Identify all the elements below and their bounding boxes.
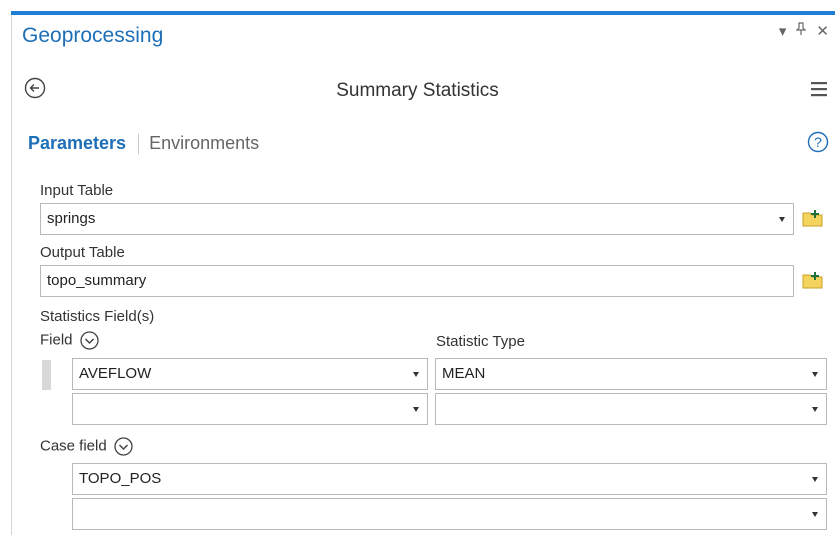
tool-title: Summary Statistics <box>336 80 499 101</box>
case-field-value: TOPO_POS <box>79 470 162 487</box>
case-field-label: Case field <box>40 437 107 455</box>
case-field-header: Case field <box>40 437 133 456</box>
add-folder-icon[interactable] <box>802 208 824 228</box>
geoprocessing-pane: Geoprocessing ▾ ✕ Summary Statistics Par… <box>0 0 835 535</box>
chevron-down-icon[interactable] <box>812 477 818 482</box>
chevron-down-icon[interactable] <box>812 512 818 517</box>
expand-toggle-icon[interactable] <box>80 331 99 350</box>
output-table-label: Output Table <box>40 244 125 261</box>
pane-title: Geoprocessing <box>22 24 164 47</box>
input-table-value: springs <box>47 210 96 227</box>
chevron-down-icon[interactable] <box>413 407 419 412</box>
help-icon[interactable]: ? <box>807 131 829 153</box>
window-controls: ▾ ✕ <box>779 22 829 40</box>
chevron-down-icon[interactable] <box>812 407 818 412</box>
statistic-type-dropdown[interactable]: MEAN <box>435 358 827 390</box>
tab-divider <box>138 133 140 154</box>
tab-parameters[interactable]: Parameters <box>28 133 126 154</box>
input-table-dropdown[interactable]: springs <box>40 203 794 235</box>
chevron-down-icon[interactable] <box>779 217 785 222</box>
statistics-field-dropdown[interactable]: AVEFLOW <box>72 358 428 390</box>
svg-text:?: ? <box>814 134 822 150</box>
statistic-type-value: MEAN <box>442 365 486 382</box>
statistic-type-header: Statistic Type <box>436 333 525 350</box>
statistic-type-dropdown-empty[interactable] <box>435 393 827 425</box>
statistics-field-dropdown-empty[interactable] <box>72 393 428 425</box>
close-icon[interactable]: ✕ <box>816 22 829 40</box>
tab-environments[interactable]: Environments <box>149 133 259 154</box>
field-column-header: Field <box>40 331 99 350</box>
case-field-dropdown-empty[interactable] <box>72 498 827 530</box>
accent-bar <box>11 11 835 15</box>
row-drag-handle[interactable] <box>42 360 51 390</box>
field-header-text: Field <box>40 331 73 349</box>
chevron-down-icon[interactable] <box>413 372 419 377</box>
expand-toggle-icon[interactable] <box>114 437 133 456</box>
case-field-dropdown[interactable]: TOPO_POS <box>72 463 827 495</box>
input-table-label: Input Table <box>40 182 114 199</box>
add-folder-icon[interactable] <box>802 270 824 290</box>
output-table-value: topo_summary <box>47 272 147 289</box>
hamburger-menu-icon[interactable] <box>809 80 829 98</box>
tab-bar: Parameters Environments <box>28 133 259 154</box>
statistics-fields-label: Statistics Field(s) <box>40 308 155 325</box>
statistics-field-value: AVEFLOW <box>79 365 152 382</box>
output-table-input[interactable]: topo_summary <box>40 265 794 297</box>
chevron-down-icon[interactable] <box>812 372 818 377</box>
dropdown-icon[interactable]: ▾ <box>779 22 787 40</box>
pin-icon[interactable] <box>795 22 807 40</box>
